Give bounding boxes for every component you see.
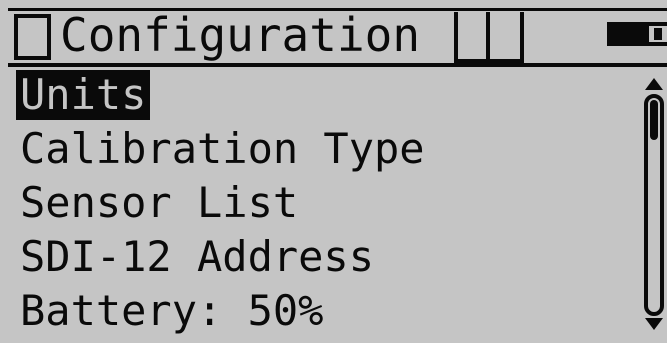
menu-item-sdi12-address[interactable]: SDI-12 Address: [12, 232, 622, 286]
menu-item-battery[interactable]: Battery: 50%: [12, 286, 622, 340]
status-slot-icon: [454, 12, 490, 63]
scrollbar[interactable]: [640, 78, 667, 332]
menu-item-sensor-list[interactable]: Sensor List: [12, 178, 622, 232]
battery-terminal: [654, 28, 662, 40]
menu-item-calibration-type[interactable]: Calibration Type: [12, 124, 622, 178]
menu-item-label: Sensor List: [20, 178, 299, 227]
menu-item-units[interactable]: Units: [12, 70, 622, 124]
page-title: Configuration: [60, 8, 421, 62]
header-bar: Configuration: [0, 0, 667, 67]
arrow-down-icon[interactable]: [645, 318, 663, 330]
arrow-up-icon[interactable]: [645, 78, 663, 90]
menu-item-label: Battery: 50%: [20, 286, 324, 335]
scroll-track[interactable]: [644, 94, 664, 316]
menu-box-icon[interactable]: [14, 14, 51, 60]
menu-list: Units Calibration Type Sensor List SDI-1…: [12, 70, 622, 340]
lcd-screen: Configuration Units Calibration Type Sen…: [0, 0, 667, 343]
status-slot-icon: [486, 12, 524, 63]
menu-item-label: Units: [16, 70, 151, 120]
menu-item-label: Calibration Type: [20, 124, 425, 173]
scroll-thumb[interactable]: [650, 100, 658, 140]
battery-level-fill: [611, 26, 649, 42]
menu-item-label: SDI-12 Address: [20, 232, 375, 281]
header-divider: [8, 63, 667, 67]
